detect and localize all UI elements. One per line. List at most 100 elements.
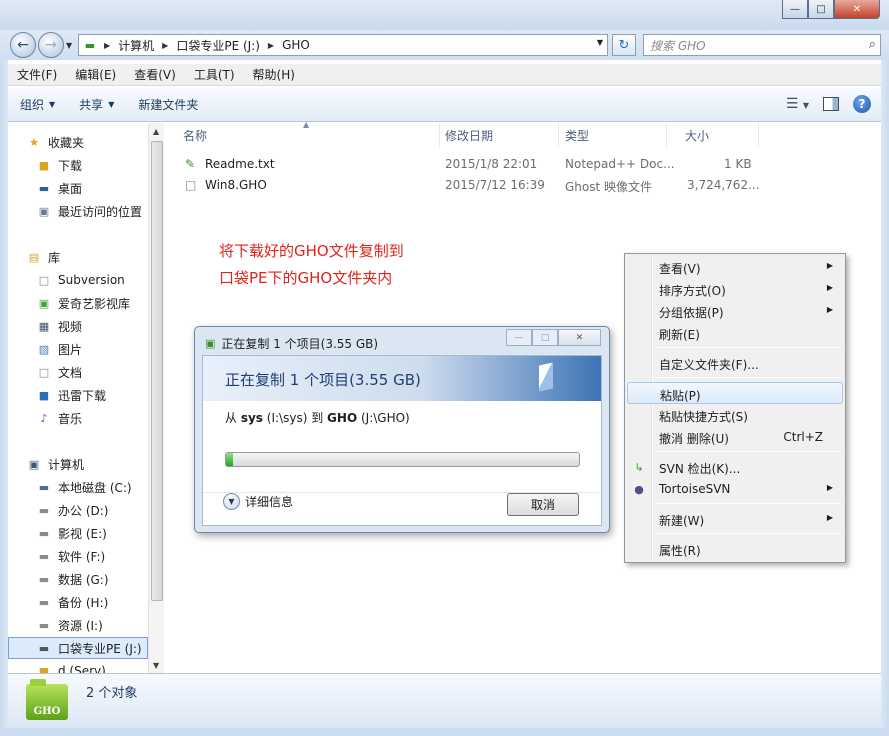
window-frame-right: [881, 60, 889, 736]
nav-item-drive-h[interactable]: ▬ 备份 (H:): [36, 591, 148, 613]
view-options-icon[interactable]: ☰ ▼: [786, 96, 809, 112]
forward-button[interactable]: →: [38, 32, 64, 58]
menu-item-new[interactable]: 新建(W) ▶: [627, 508, 843, 530]
nav-favorites-label: 收藏夹: [48, 135, 85, 150]
nav-item-pictures[interactable]: ▧ 图片: [36, 338, 148, 360]
menu-label: 刷新(E): [659, 328, 700, 342]
menu-item-properties[interactable]: 属性(R): [627, 538, 843, 560]
close-button[interactable]: ✕: [834, 0, 880, 19]
nav-item-drive-i[interactable]: ▬ 资源 (I:): [36, 614, 148, 636]
nav-label: 最近访问的位置: [58, 204, 143, 219]
cancel-button[interactable]: 取消: [507, 493, 579, 516]
file-row[interactable]: □ Win8.GHO 2015/7/12 16:39 Ghost 映像文件 3,…: [179, 175, 879, 196]
details-label: 详细信息: [245, 495, 294, 509]
nav-computer[interactable]: ▣ 计算机: [26, 453, 148, 475]
source-name[interactable]: sys: [241, 411, 263, 425]
nav-item-desktop[interactable]: ▬ 桌面: [36, 177, 148, 199]
menu-label: 撤消 删除(U): [659, 432, 729, 446]
nav-item-drive-f[interactable]: ▬ 软件 (F:): [36, 545, 148, 567]
nav-item-drive-d[interactable]: ▬ 办公 (D:): [36, 499, 148, 521]
dialog-minimize-button[interactable]: —: [506, 329, 532, 346]
minimize-button[interactable]: —: [782, 0, 808, 19]
nav-item-drive-e[interactable]: ▬ 影视 (E:): [36, 522, 148, 544]
nav-libraries[interactable]: ▤ 库: [26, 246, 148, 268]
nav-label: 爱奇艺影视库: [58, 296, 131, 311]
menu-edit[interactable]: 编辑(E): [66, 66, 125, 83]
nav-item-drive-j[interactable]: ▬ 口袋专业PE (J:): [8, 637, 148, 659]
dialog-maximize-button[interactable]: □: [532, 329, 558, 346]
from-label: 从: [225, 411, 238, 425]
crumb-drive[interactable]: 口袋专业PE (J:): [176, 37, 260, 54]
copy-progress-bar: [225, 452, 580, 467]
menu-item-undo[interactable]: 撤消 删除(U) Ctrl+Z: [627, 426, 843, 448]
nav-item-drive-g[interactable]: ▬ 数据 (G:): [36, 568, 148, 590]
menu-item-view[interactable]: 查看(V) ▶: [627, 256, 843, 278]
menu-item-refresh[interactable]: 刷新(E): [627, 322, 843, 344]
search-icon[interactable]: ⌕: [869, 37, 876, 52]
search-input[interactable]: 搜索 GHO ⌕: [643, 34, 881, 56]
maximize-button[interactable]: □: [808, 0, 834, 19]
nav-scrollbar[interactable]: ▲ ▼: [148, 123, 164, 673]
nav-item-music[interactable]: ♪ 音乐: [36, 407, 148, 429]
destination-name[interactable]: GHO: [327, 411, 357, 425]
nav-item-recent[interactable]: ▣ 最近访问的位置: [36, 200, 148, 222]
file-name: Readme.txt: [205, 157, 275, 171]
menu-view[interactable]: 查看(V): [125, 66, 185, 83]
nav-item-iqiyi[interactable]: ▣ 爱奇艺影视库: [36, 292, 148, 314]
menu-item-paste-shortcut[interactable]: 粘贴快捷方式(S): [627, 404, 843, 426]
chevron-right-icon[interactable]: ▶: [104, 41, 110, 50]
nav-label: d (Serv): [58, 664, 106, 673]
share-button[interactable]: 共享 ▼: [67, 96, 126, 113]
organize-button[interactable]: 组织 ▼: [8, 96, 67, 113]
menu-item-sort[interactable]: 排序方式(O) ▶: [627, 278, 843, 300]
more-details-button[interactable]: ▼ 详细信息: [223, 493, 293, 510]
chevron-right-icon[interactable]: ▶: [162, 41, 168, 50]
navigation-pane: ★ 收藏夹 ■ 下载 ▬ 桌面 ▣ 最近访问的位置 ▤ 库 □ Subversion ▣ 爱奇…: [8, 123, 148, 673]
address-bar[interactable]: ▬ ▶ 计算机 ▶ 口袋专业PE (J:) ▶ GHO ▼: [78, 34, 608, 56]
help-icon[interactable]: ?: [853, 95, 871, 113]
menu-file[interactable]: 文件(F): [8, 66, 66, 83]
drive-icon: ▬: [38, 618, 50, 632]
chevron-right-icon[interactable]: ▶: [268, 41, 274, 50]
crumb-folder[interactable]: GHO: [282, 38, 310, 52]
menu-item-group[interactable]: 分组依据(P) ▶: [627, 300, 843, 322]
nav-item-network-d[interactable]: ■ d (Serv): [36, 660, 148, 673]
scroll-up-icon[interactable]: ▲: [153, 127, 159, 136]
nav-item-subversion[interactable]: □ Subversion: [36, 269, 148, 291]
back-button[interactable]: ←: [10, 32, 36, 58]
nav-item-downloads[interactable]: ■ 下载: [36, 154, 148, 176]
column-header-size[interactable]: 大小: [667, 123, 759, 147]
column-header-name[interactable]: 名称 ▲: [165, 120, 440, 147]
dialog-close-button[interactable]: ✕: [558, 329, 601, 346]
menu-item-customize[interactable]: 自定义文件夹(F)...: [627, 352, 843, 374]
nav-item-documents[interactable]: □ 文档: [36, 361, 148, 383]
menu-tools[interactable]: 工具(T): [185, 66, 244, 83]
destination-path: (J:\GHO): [360, 411, 410, 425]
refresh-button[interactable]: ↻: [612, 34, 636, 56]
menu-item-svn-checkout[interactable]: ↳ SVN 检出(K)...: [627, 456, 843, 478]
nav-item-drive-c[interactable]: ▬ 本地磁盘 (C:): [36, 476, 148, 498]
menu-separator: [655, 377, 841, 378]
preview-pane-icon[interactable]: [823, 97, 839, 111]
nav-item-thunder[interactable]: ■ 迅雷下载: [36, 384, 148, 406]
address-dropdown-icon[interactable]: ▼: [597, 38, 603, 47]
new-folder-label: 新建文件夹: [138, 98, 199, 112]
nav-label: 口袋专业PE (J:): [58, 641, 142, 656]
new-folder-button[interactable]: 新建文件夹: [126, 96, 210, 113]
document-icon: □: [38, 365, 50, 379]
file-size: 1 KB: [724, 157, 752, 171]
column-header-type[interactable]: 类型: [547, 123, 667, 147]
nav-item-videos[interactable]: ▦ 视频: [36, 315, 148, 337]
file-row[interactable]: ✎ Readme.txt 2015/1/8 22:01 Notepad++ Do…: [179, 154, 879, 175]
dialog-title-bar: ▣ 正在复制 1 个项目(3.55 GB): [205, 335, 378, 352]
menu-help[interactable]: 帮助(H): [244, 66, 304, 83]
column-header-date[interactable]: 修改日期: [427, 123, 559, 147]
recent-pages-dropdown[interactable]: ▼: [66, 41, 72, 50]
crumb-computer[interactable]: 计算机: [118, 37, 154, 54]
download-icon: ■: [38, 388, 50, 402]
scroll-thumb[interactable]: [151, 141, 163, 601]
menu-item-tortoisesvn[interactable]: ● TortoiseSVN ▶: [627, 478, 843, 500]
menu-item-paste[interactable]: 粘贴(P): [627, 382, 843, 404]
scroll-down-icon[interactable]: ▼: [153, 661, 159, 670]
nav-favorites[interactable]: ★ 收藏夹: [26, 131, 148, 153]
